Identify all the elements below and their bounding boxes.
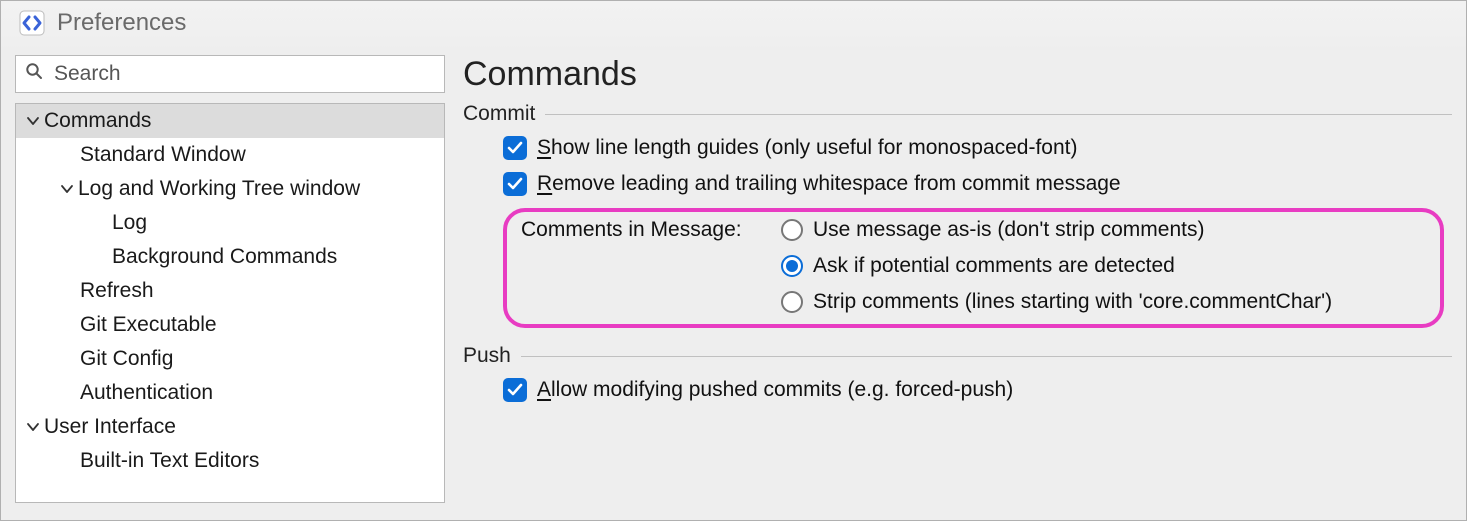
highlight-annotation: Comments in Message: Use message as-is (… — [503, 208, 1444, 328]
group-push: Push — [463, 344, 1452, 368]
radio-label: Use message as-is (don't strip comments) — [813, 218, 1204, 242]
tree-label: Built-in Text Editors — [80, 449, 259, 473]
chevron-down-icon — [22, 114, 44, 128]
radio-unchecked-icon — [781, 291, 803, 313]
tree-item-standard-window[interactable]: Standard Window — [16, 138, 444, 172]
tree-item-background-commands[interactable]: Background Commands — [16, 240, 444, 274]
radio-label: Strip comments (lines starting with 'cor… — [813, 290, 1332, 314]
checkbox-checked-icon — [503, 172, 527, 196]
radio-use-as-is[interactable]: Use message as-is (don't strip comments) — [781, 218, 1426, 242]
checkbox-checked-icon — [503, 136, 527, 160]
setting-label: Remove leading and trailing whitespace f… — [537, 172, 1121, 196]
titlebar: Preferences — [1, 1, 1466, 55]
tree-label: Git Config — [80, 347, 173, 371]
tree-item-refresh[interactable]: Refresh — [16, 274, 444, 308]
tree-label: Standard Window — [80, 143, 246, 167]
chevron-down-icon — [22, 420, 44, 434]
setting-allow-modify-pushed[interactable]: Allow modifying pushed commits (e.g. for… — [503, 378, 1452, 402]
radio-unchecked-icon — [781, 219, 803, 241]
chevron-down-icon — [56, 182, 78, 196]
window-title: Preferences — [57, 9, 186, 37]
group-commit: Commit — [463, 102, 1452, 126]
tree-label: Background Commands — [112, 245, 337, 269]
setting-label: Allow modifying pushed commits (e.g. for… — [537, 378, 1013, 402]
tree-label: Git Executable — [80, 313, 217, 337]
tree-label: Authentication — [80, 381, 213, 405]
group-commit-label: Commit — [463, 102, 535, 126]
tree-item-log[interactable]: Log — [16, 206, 444, 240]
tree-label: Refresh — [80, 279, 154, 303]
tree-item-git-executable[interactable]: Git Executable — [16, 308, 444, 342]
radio-ask-detected[interactable]: Ask if potential comments are detected — [781, 254, 1426, 278]
setting-label: Show line length guides (only useful for… — [537, 136, 1078, 160]
group-push-label: Push — [463, 344, 511, 368]
radio-checked-icon — [781, 255, 803, 277]
app-icon — [19, 10, 45, 36]
setting-remove-whitespace[interactable]: Remove leading and trailing whitespace f… — [503, 172, 1452, 196]
tree-item-builtin-text-editors[interactable]: Built-in Text Editors — [16, 444, 444, 478]
page-title: Commands — [463, 55, 1452, 94]
radio-label: Ask if potential comments are detected — [813, 254, 1175, 278]
sidebar: Commands Standard Window Log and Working… — [15, 55, 445, 503]
tree-label: Log and Working Tree window — [78, 177, 360, 201]
tree-item-authentication[interactable]: Authentication — [16, 376, 444, 410]
tree-item-user-interface[interactable]: User Interface — [16, 410, 444, 444]
preferences-window: Preferences Commands — [0, 0, 1467, 521]
tree-label: Log — [112, 211, 147, 235]
setting-show-line-guides[interactable]: Show line length guides (only useful for… — [503, 136, 1452, 160]
tree-item-commands[interactable]: Commands — [16, 104, 444, 138]
search-input[interactable] — [15, 55, 445, 93]
nav-tree: Commands Standard Window Log and Working… — [15, 103, 445, 503]
checkbox-checked-icon — [503, 378, 527, 402]
search-icon — [25, 62, 43, 86]
radio-strip-comments[interactable]: Strip comments (lines starting with 'cor… — [781, 290, 1426, 314]
tree-label: User Interface — [44, 415, 176, 439]
comments-in-message-label: Comments in Message: — [521, 218, 781, 242]
tree-item-git-config[interactable]: Git Config — [16, 342, 444, 376]
tree-item-log-working-tree[interactable]: Log and Working Tree window — [16, 172, 444, 206]
tree-label: Commands — [44, 109, 151, 133]
main-panel: Commands Commit Show line length guides … — [463, 55, 1452, 503]
